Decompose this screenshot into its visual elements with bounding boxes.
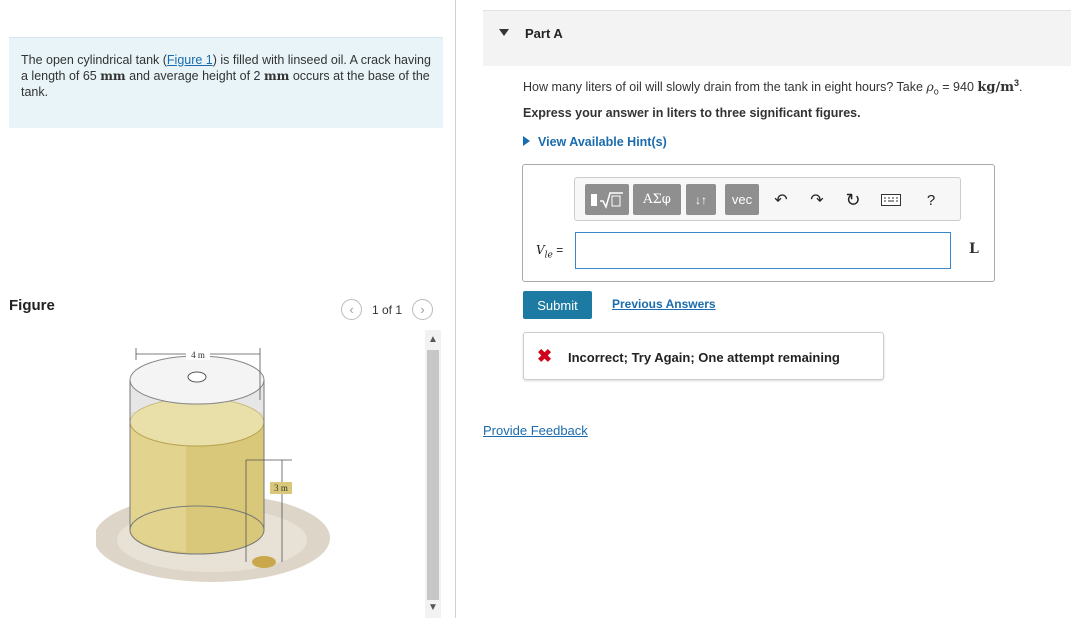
greek-symbols-button[interactable]: ΑΣφ: [633, 184, 681, 215]
variable-symbol: V: [536, 243, 545, 257]
oil-surface: [129, 397, 265, 447]
answer-variable: Vle =: [536, 243, 563, 260]
figure-link[interactable]: Figure 1: [167, 53, 213, 67]
view-hints-link[interactable]: View Available Hint(s): [523, 135, 667, 149]
figure-scrollbar[interactable]: ▲ ▼: [425, 330, 441, 618]
tank-figure: 4 m 3 m: [96, 348, 330, 582]
equals-sign: =: [552, 243, 564, 257]
provide-feedback-link[interactable]: Provide Feedback: [483, 423, 588, 438]
answer-input[interactable]: [575, 232, 951, 269]
x-icon: ✖: [537, 346, 553, 366]
unit-mm: mm: [100, 69, 126, 83]
sort-button[interactable]: ↓↑: [686, 184, 716, 215]
unit-mm: mm: [263, 69, 290, 83]
vec-button[interactable]: vec: [725, 184, 759, 215]
part-title: Part A: [525, 26, 563, 41]
answer-panel: ΑΣφ ↓↑ vec ↶ ↷ ↻ ? Vle = L: [522, 164, 995, 282]
width-label: 4 m: [191, 350, 205, 360]
problem-text: The open cylindrical tank (: [21, 53, 167, 67]
chevron-right-icon[interactable]: ›: [412, 299, 434, 320]
height-label: 3 m: [274, 483, 288, 493]
keyboard-icon[interactable]: [879, 188, 903, 212]
submit-button[interactable]: Submit: [523, 291, 592, 319]
left-panel: The open cylindrical tank (Figure 1) is …: [0, 0, 456, 618]
question-text: How many liters of oil will slowly drain…: [523, 78, 1022, 97]
help-button[interactable]: ?: [919, 188, 943, 212]
reset-icon[interactable]: ↻: [841, 188, 865, 212]
math-toolbar: ΑΣφ ↓↑ vec ↶ ↷ ↻ ?: [574, 177, 961, 221]
keyboard-glyph: [881, 194, 901, 206]
caret-right-icon: [523, 136, 530, 146]
scroll-thumb[interactable]: [427, 350, 439, 600]
tank-opening: [187, 371, 207, 383]
figure-heading: Figure: [9, 297, 55, 314]
density-value: = 940: [938, 80, 978, 95]
question-body: How many liters of oil will slowly drain…: [523, 80, 927, 95]
hints-label: View Available Hint(s): [538, 135, 667, 149]
part-a-header[interactable]: Part A: [483, 10, 1071, 66]
problem-text: and average height of 2: [125, 69, 264, 83]
scroll-down-icon[interactable]: ▼: [425, 600, 441, 616]
caret-down-icon: [499, 29, 509, 36]
density-unit: kg/m: [977, 80, 1014, 96]
feedback-message: ✖ Incorrect; Try Again; One attempt rema…: [523, 332, 884, 380]
chevron-left-icon[interactable]: ‹: [341, 299, 362, 320]
previous-answers-link[interactable]: Previous Answers: [612, 297, 716, 311]
redo-icon[interactable]: ↷: [805, 188, 829, 212]
rho-symbol: ρ: [926, 79, 934, 95]
scroll-up-icon[interactable]: ▲: [425, 332, 441, 348]
instruction-text: Express your answer in liters to three s…: [523, 106, 861, 120]
feedback-text: Incorrect; Try Again; One attempt remain…: [568, 350, 840, 365]
figure-pager: ‹ 1 of 1 ›: [341, 299, 434, 320]
oil-leak: [252, 556, 276, 568]
undo-icon[interactable]: ↶: [769, 188, 793, 212]
question-end: .: [1019, 80, 1023, 95]
problem-statement: The open cylindrical tank (Figure 1) is …: [9, 37, 443, 128]
figure-count: 1 of 1: [372, 302, 403, 317]
answer-unit: L: [969, 241, 979, 257]
variable-subscript: le: [544, 250, 553, 261]
template-sqrt-icon[interactable]: [585, 184, 629, 215]
template-sqrt-glyph: [591, 191, 623, 209]
